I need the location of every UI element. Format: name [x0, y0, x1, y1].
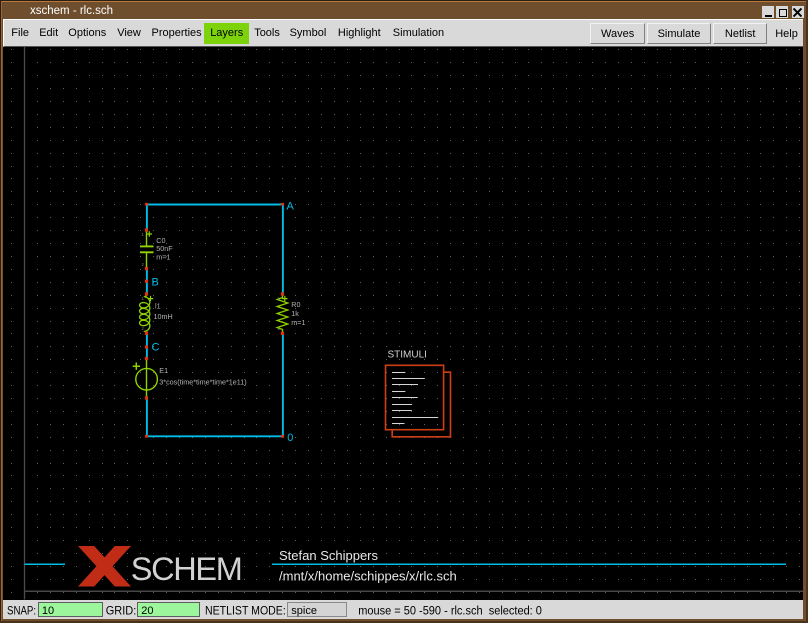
svg-text:l1: l1	[155, 302, 161, 311]
svg-text:1: 1	[142, 232, 145, 237]
svg-text:SCHEM: SCHEM	[131, 551, 242, 587]
svg-text:3*cos(time*time*time*1e11): 3*cos(time*time*time*1e11)	[159, 378, 246, 387]
svg-text:B: B	[152, 277, 159, 289]
svg-text:STIMULI: STIMULI	[388, 350, 427, 361]
svg-text:m=1: m=1	[291, 318, 305, 327]
svg-text:A: A	[287, 200, 295, 212]
svg-text:1k: 1k	[291, 309, 299, 318]
svg-text:2: 2	[142, 326, 145, 331]
svg-text:Stefan Schippers: Stefan Schippers	[279, 548, 379, 563]
svg-text:C: C	[152, 342, 160, 354]
svg-text:0: 0	[287, 432, 293, 444]
svg-text:m=1: m=1	[156, 253, 170, 262]
svg-text:R0: R0	[291, 300, 300, 309]
svg-text:E1: E1	[159, 366, 168, 375]
svg-text:/mnt/x/home/schippes/x/rlc.sch: /mnt/x/home/schippes/x/rlc.sch	[279, 569, 457, 584]
svg-text:2: 2	[142, 262, 145, 267]
svg-text:10mH: 10mH	[154, 312, 173, 321]
